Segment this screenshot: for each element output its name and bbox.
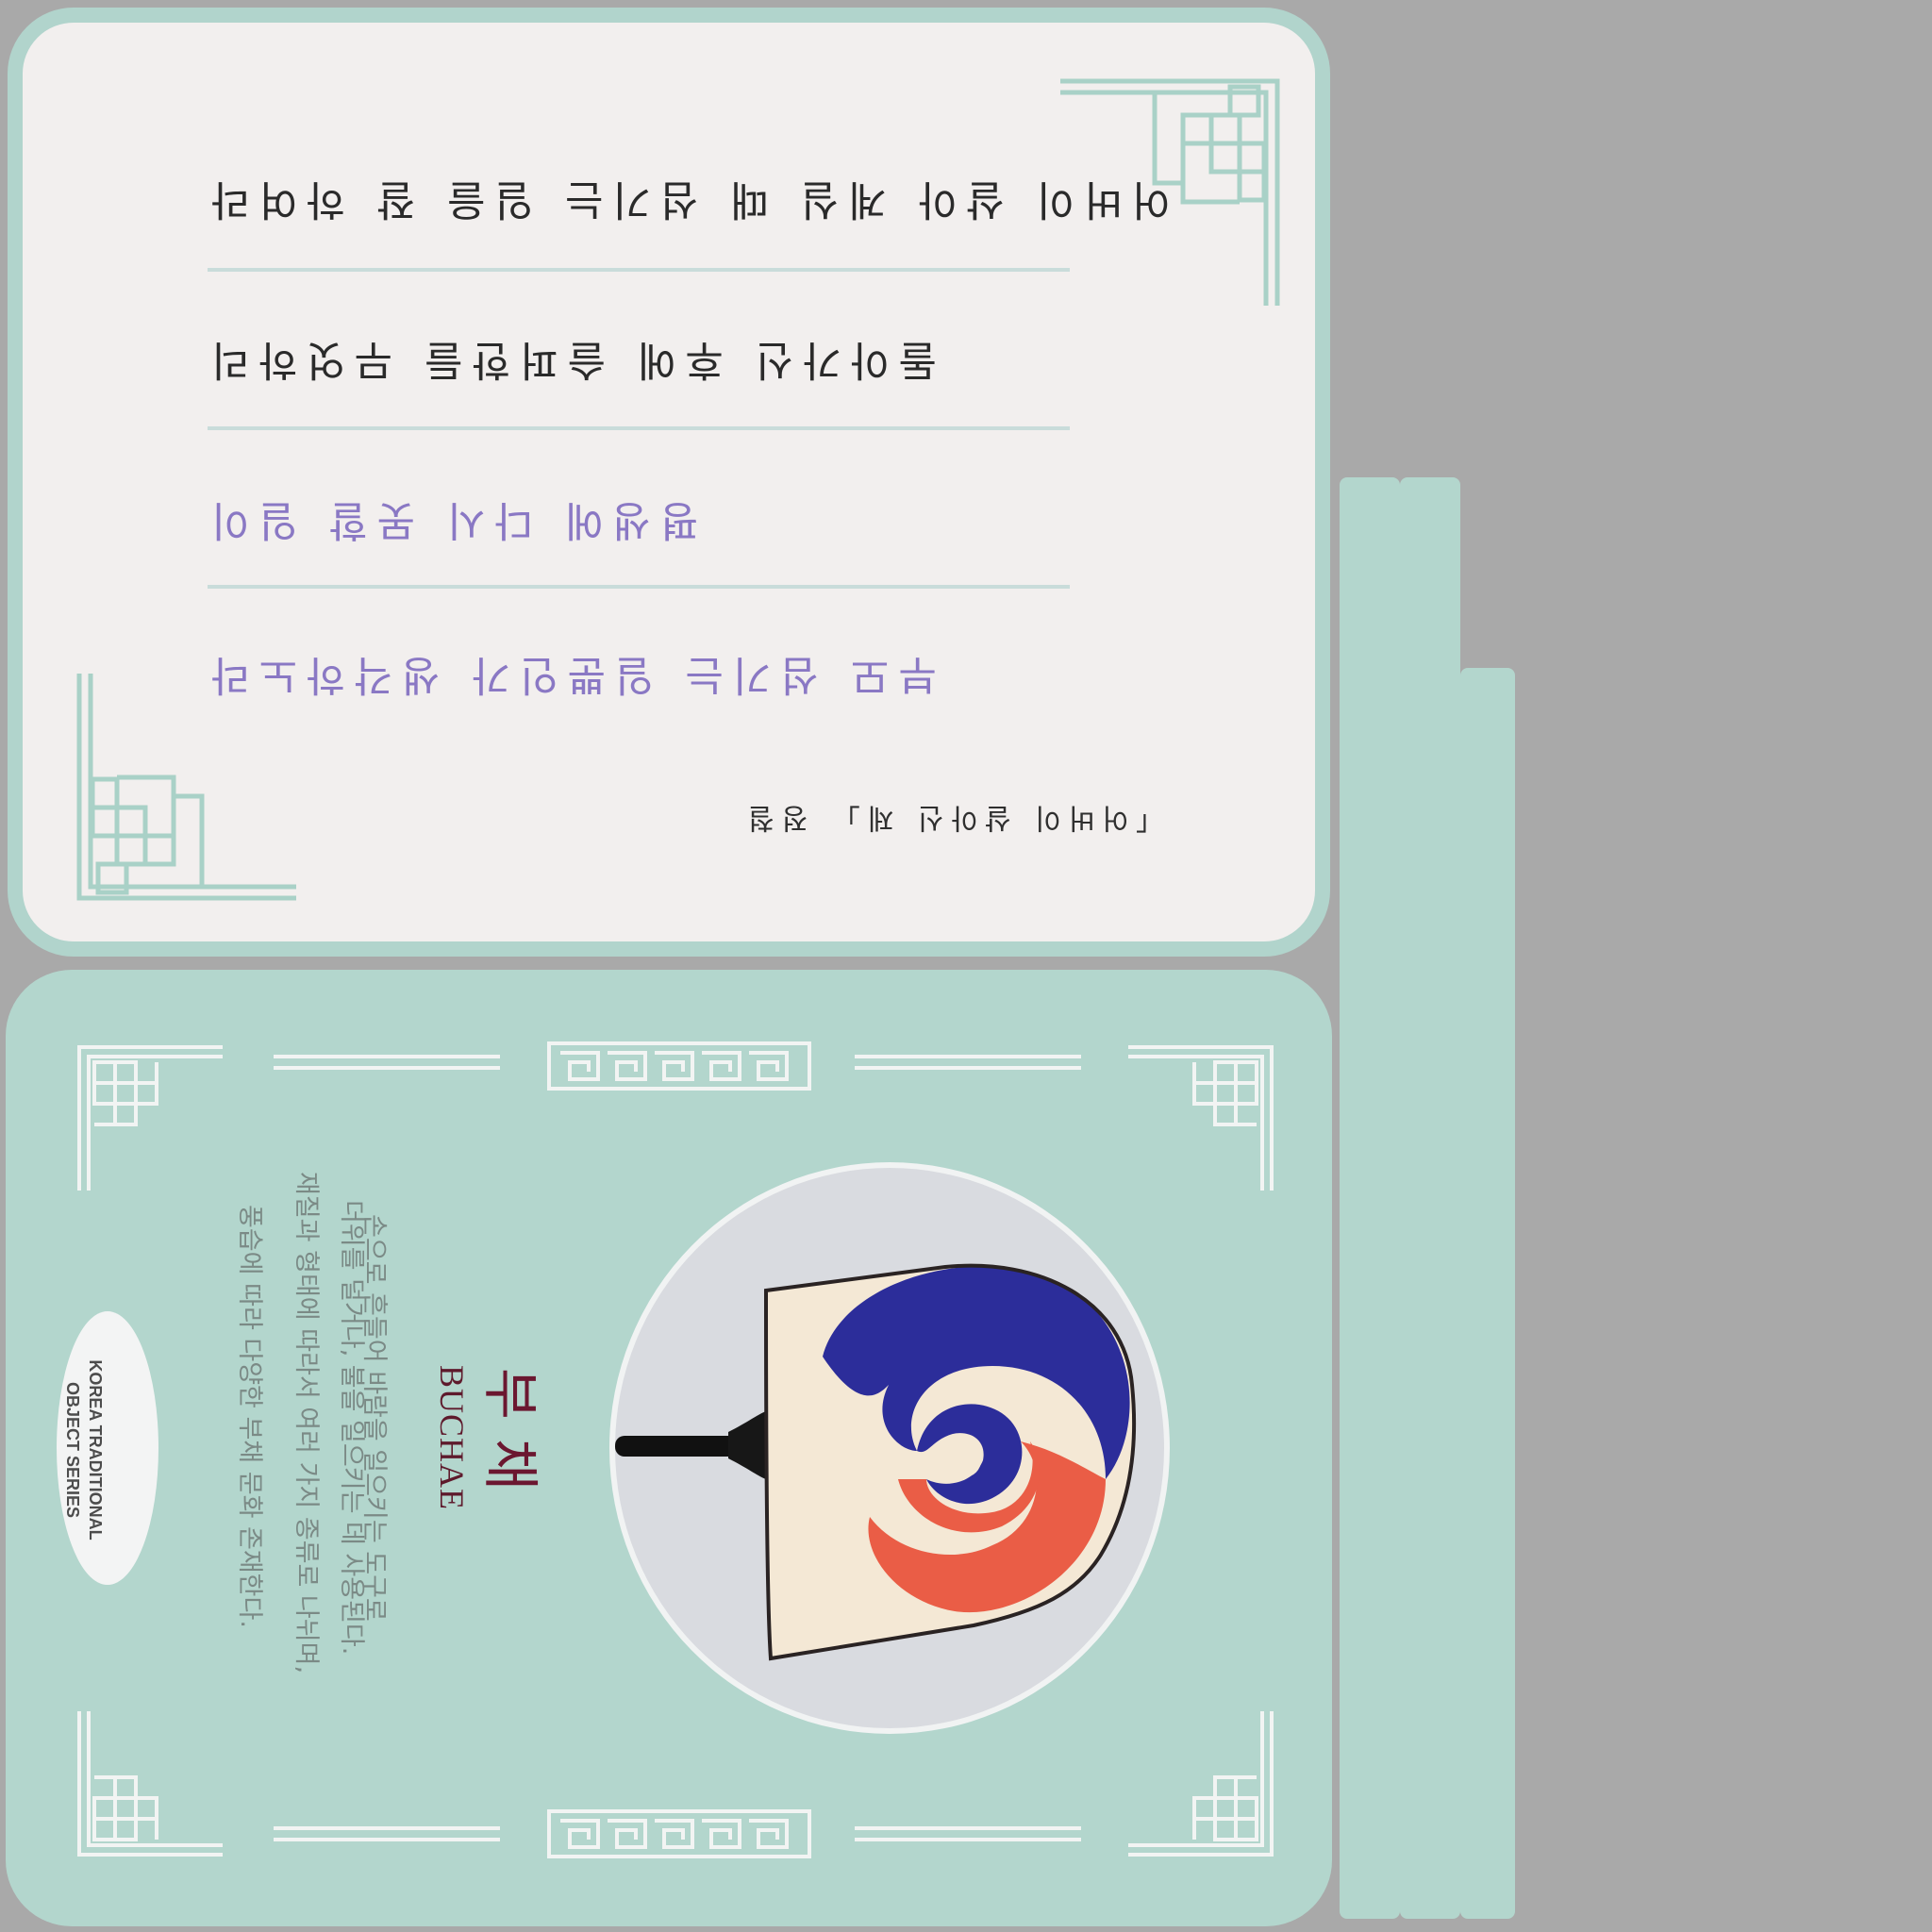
border-lines-top-right [855, 1055, 1081, 1070]
poem-attribution: 「어버이 살아신 제」 정철 [740, 801, 1164, 834]
object-title-korean: 부채 [476, 1367, 542, 1510]
poem-divider-3 [208, 585, 1070, 589]
meander-pattern-top [547, 1041, 811, 1091]
corner-ornament-info-top-left [77, 1045, 223, 1191]
poem-divider-1 [208, 268, 1070, 272]
description-line-4: 풍습에 따라 다양한 부채 문화 존재한다. [235, 1205, 264, 1628]
description-line-3: 재질과 형태에 따라서 여러 가지 종류로 나뉘며, [291, 1172, 321, 1674]
poem-divider-2 [208, 426, 1070, 430]
side-strip-3 [1460, 668, 1515, 1919]
poem-line-2: 돌아가신 후에 슬퍼한들 무엇하리 [202, 336, 937, 384]
poem-line-4: 부모 섬기는 일뿐인가 생각하노라 [202, 651, 937, 699]
poem-card: 어버이 살아 계실 때 섬기는 일을 잘 하여라 돌아가신 후에 슬퍼한들 무엇… [8, 8, 1330, 957]
side-strip-2 [1400, 477, 1460, 1919]
border-lines-top-left [274, 1055, 500, 1070]
series-badge-line-2: OBJECT SERIES [63, 1381, 82, 1519]
fan-photo-circle [609, 1162, 1170, 1734]
poem-line-1: 어버이 살아 계실 때 섬기는 일을 잘 하여라 [202, 175, 1171, 224]
description-line-2: 더위를 덜거나, 불을 일으키는 데 사용된다. [337, 1200, 366, 1656]
buchae-fan-image [615, 1263, 1137, 1661]
poem-line-3: 평생에 다시 못할 일이 [202, 496, 699, 544]
object-title-english: BUCHAE [433, 1364, 471, 1510]
side-strip-1 [1340, 477, 1400, 1919]
corner-ornament-info-bottom-left [77, 1711, 223, 1857]
series-badge-line-1: KOREA TRADITIONAL [86, 1359, 105, 1541]
meander-pattern-bottom [547, 1809, 811, 1858]
border-lines-bottom-right [855, 1826, 1081, 1841]
